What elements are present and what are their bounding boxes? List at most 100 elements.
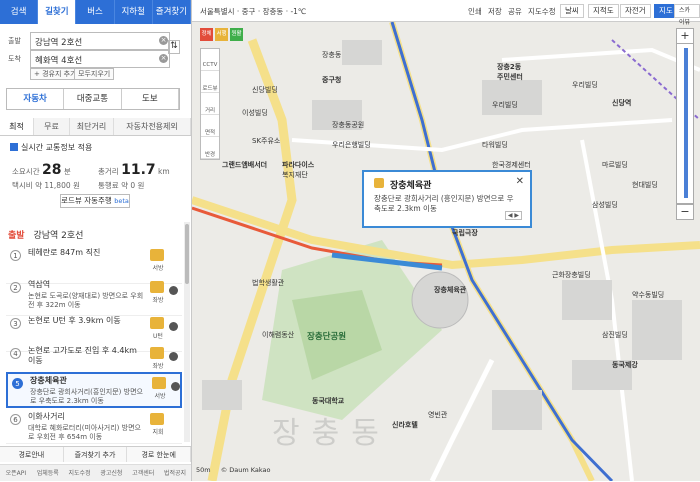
map-label: 근화장충빌딩 <box>552 271 591 279</box>
tab-subway[interactable]: 지하철 <box>115 0 153 24</box>
building <box>202 380 242 410</box>
overview-button[interactable]: 경로 한눈에 <box>127 447 192 462</box>
traffic-legend: 정체 서행 원활 <box>200 28 260 42</box>
action-bar: 경로안내 즐겨찾기 추가 경로 한눈에 <box>0 446 192 462</box>
zoom-slider[interactable] <box>676 44 694 204</box>
zoom-in-button[interactable]: + <box>676 28 694 44</box>
tab-bus[interactable]: 버스 <box>76 0 115 24</box>
footer-link[interactable]: 지도수정 <box>64 465 96 481</box>
map-label: 장충동공원 <box>332 121 365 129</box>
swap-icon[interactable]: ⇅ <box>168 40 180 54</box>
cctv-icon[interactable] <box>169 352 178 361</box>
print-link[interactable]: 인쇄 <box>468 6 482 17</box>
cctv-icon[interactable] <box>171 382 180 391</box>
mode-transit[interactable]: 대중교통 <box>64 89 122 109</box>
tab-directions[interactable]: 길찾기 <box>38 0 77 24</box>
footer-link[interactable]: 고객센터 <box>127 465 159 481</box>
start-row: 출발 강남역 2호선 <box>8 228 83 241</box>
zoom-control: + − <box>676 28 694 458</box>
footer-link[interactable]: 업체등록 <box>32 465 64 481</box>
zoom-out-button[interactable]: − <box>676 204 694 220</box>
cadastral-button[interactable]: 지적도 <box>588 4 619 18</box>
map-label: 마르빌딩 <box>602 161 628 169</box>
location-breadcrumb[interactable]: 서울특별시 · 중구 · 장충동 · -1℃ <box>200 6 306 17</box>
map-label: 영빈관 <box>428 411 448 419</box>
distance-stat: 총거리 11.7 km <box>98 162 170 178</box>
origin-input[interactable]: 강남역 2호선 <box>30 32 170 50</box>
legend-jam: 정체 <box>200 28 213 41</box>
add-waypoint-button[interactable]: + 경유지 추가 <box>30 68 81 80</box>
map-label: 장충2동 <box>497 63 522 71</box>
favorite-button[interactable]: 즐겨찾기 추가 <box>64 447 128 462</box>
realtime-checkbox[interactable]: 실시간 교통정보 적용 <box>10 142 92 153</box>
map-label: 그랜드앰배서더 <box>222 161 268 169</box>
edit-map-link[interactable]: 지도수정 <box>528 6 556 17</box>
clear-dest-icon[interactable]: × <box>159 54 168 63</box>
popup-nav-buttons[interactable]: ◀ ▶ <box>504 211 522 220</box>
roadview-tool[interactable]: 로드뷰 <box>201 71 219 93</box>
map-label: 우리빌딩 <box>572 81 598 89</box>
map-label: 국립극장 <box>452 229 478 237</box>
route-step-selected[interactable]: 5 장충체육관 장충단로 광희사거리(흥인지문) 방면으로 우축도로 2.3km… <box>6 372 182 408</box>
area-tool[interactable]: 면적 <box>201 115 219 137</box>
map-label: 현대빌딩 <box>632 181 658 189</box>
skyview-button[interactable]: 스카이뷰 <box>674 4 700 26</box>
route-step[interactable]: 2 역삼역 논현로 도곡로(양재대로) 방면으로 우회전 후 322m 이동 좌… <box>6 278 182 316</box>
clear-origin-icon[interactable]: × <box>159 36 168 45</box>
zoom-level-bar <box>684 48 688 198</box>
roadview-button[interactable]: 로드뷰 자동주행 beta <box>60 194 130 208</box>
radius-tool[interactable]: 반경 <box>201 137 219 159</box>
building <box>632 300 682 360</box>
map-label: 신라호텔 <box>392 421 418 429</box>
map-label: 파라다이스 <box>282 161 315 169</box>
distance-value: 11.7 <box>121 162 156 178</box>
bicycle-button[interactable]: 자전거 <box>620 4 651 18</box>
cctv-icon[interactable] <box>169 286 178 295</box>
mode-walk[interactable]: 도보 <box>122 89 179 109</box>
map-label: 타워빌딩 <box>482 141 508 149</box>
weather-button[interactable]: 날씨 <box>560 4 584 18</box>
share-link[interactable]: 공유 <box>508 6 522 17</box>
footer-link[interactable]: 법적공지 <box>159 465 191 481</box>
legend-smooth: 원활 <box>230 28 243 41</box>
tab-search[interactable]: 검색 <box>0 0 39 24</box>
guide-button[interactable]: 경로안내 <box>0 447 64 462</box>
option-free[interactable]: 무료 <box>34 118 70 135</box>
cctv-icon[interactable] <box>169 322 178 331</box>
option-shortest[interactable]: 최단거리 <box>70 118 114 135</box>
option-optimal[interactable]: 최적 <box>0 118 34 135</box>
clear-all-button[interactable]: 모두지우기 <box>74 68 115 80</box>
mode-car[interactable]: 자동차 <box>7 89 65 109</box>
route-step[interactable]: 6 이화사거리 대학로 혜화로터리(미아사거리) 방면으로 우회전 후 654m… <box>6 410 182 444</box>
popup-title: 장충체육관 <box>390 181 432 191</box>
map-label: 우리은행빌딩 <box>332 141 371 149</box>
map-label: 장충체육관 <box>434 286 467 294</box>
route-options: 최적 무료 최단거리 자동차전용제외 <box>0 118 191 136</box>
main-tabs: 검색 길찾기 버스 지하철 즐겨찾기 <box>0 0 192 24</box>
dest-row: 도착 혜화역 4호선 × <box>8 50 170 68</box>
map-view[interactable]: 서울특별시 · 중구 · 장충동 · -1℃ 인쇄 저장 공유 지도수정 날씨 … <box>192 0 700 481</box>
footer-link[interactable]: 오픈API <box>0 465 32 481</box>
cctv-tool[interactable]: CCTV <box>201 49 219 71</box>
turn-arrow-icon <box>150 317 164 329</box>
scroll-thumb[interactable] <box>185 224 189 284</box>
map-label: 약수동빌딩 <box>632 291 665 299</box>
turn-arrow-icon <box>374 178 384 188</box>
time-value: 28 <box>42 162 62 178</box>
footer-link[interactable]: 광고신청 <box>95 465 127 481</box>
close-icon[interactable]: ✕ <box>516 176 524 187</box>
map-label: 삼진빌딩 <box>602 331 628 339</box>
save-link[interactable]: 저장 <box>488 6 502 17</box>
map-label: 삼성빌딩 <box>592 201 618 209</box>
map-label: 신당빌딩 <box>252 86 278 94</box>
steps-scrollbar[interactable] <box>184 222 190 442</box>
turn-arrow-icon <box>150 249 164 261</box>
legend-slow: 서행 <box>215 28 228 41</box>
tab-favorites[interactable]: 즐겨찾기 <box>153 0 192 24</box>
distance-tool[interactable]: 거리 <box>201 93 219 115</box>
map-label: 동국제강 <box>612 361 638 369</box>
start-tag: 출발 <box>8 231 25 241</box>
option-no-highway[interactable]: 자동차전용제외 <box>114 118 191 135</box>
dest-input[interactable]: 혜화역 4호선 <box>30 50 170 68</box>
map-label: 법학생활관 <box>252 279 285 287</box>
